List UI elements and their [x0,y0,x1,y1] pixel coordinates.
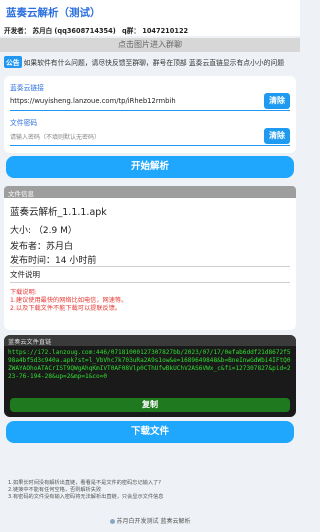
clear-link-button[interactable]: 清除 [264,93,290,109]
download-note: 下载说明: 1.建议使用最快的网络比如电信，网速等。 2.以及下载文件不能下载可… [10,289,127,313]
input-card: 蓝奏云链接 https://wuyisheng.lanzoue.com/tp/i… [4,76,296,153]
link-input-row: https://wuyisheng.lanzoue.com/tp/iRheb12… [10,93,290,111]
tip-line: 2.链接中不能有任何空格，否则解析失败 [8,487,102,493]
file-publisher: 发布者：苏月白 [10,242,74,252]
footer-logo-icon [109,519,115,524]
file-info-card: 文件信息 蓝奏云解析_1.1.1.apk 大小: （2.9 M） 发布者：苏月白… [4,186,296,330]
divider [10,282,290,283]
direct-link-card: 蓝奏云文件直链 https://i72.lanzoug.com:446/0718… [4,335,296,417]
password-input[interactable]: 请输入密码（不填则默认无密码） [10,132,100,141]
download-note-line2: 2.以及下载文件不能下载可以提联反馈。 [10,305,122,312]
divider [10,266,290,267]
direct-link-header: 蓝奏云文件直链 [4,335,296,346]
notice-bar: 公告 如果软件有什么问题，请尽快反馈至群聊，群号在顶部 蓝奏云直链显示有点小小的问… [4,56,296,70]
developer-prefix: 开发者： [4,27,31,35]
download-file-button[interactable]: 下载文件 [6,421,294,443]
developer-qgroup: q群： 1047210122 [122,27,189,35]
notice-tag: 公告 [4,56,22,68]
tip-line: 1.如果长时间没有解析出直链，看看是不是文件的密码忘记输入了? [8,480,161,486]
developer-name: 苏月白 [32,27,53,35]
download-note-title: 下载说明: [10,289,37,296]
link-input[interactable]: https://wuyisheng.lanzoue.com/tp/iRheb12… [10,97,258,105]
copy-button[interactable]: 复制 [10,398,290,412]
file-info-header: 文件信息 [4,186,296,198]
join-group-banner[interactable]: 点击图片进入群聊 [0,38,300,52]
usage-tips: 1.如果长时间没有解析出直链，看看是不是文件的密码忘记输入了? 2.链接中不能有… [8,480,163,501]
developer-info: 开发者： 苏月白 (qq3608714354) q群： 1047210122 [0,22,300,36]
file-size: 大小: （2.9 M） [10,226,77,236]
notice-text: 如果软件有什么问题，请尽快反馈至群聊，群号在顶部 蓝奏云直链显示有点小小的问题 [23,59,285,67]
download-note-line1: 1.建议使用最快的网络比如电信，网速等。 [10,297,128,304]
file-name: 蓝奏云解析_1.1.1.apk [10,207,107,218]
password-label: 文件密码 [10,119,38,127]
clear-password-button[interactable]: 清除 [264,128,290,144]
tip-line: 3.有密码的文件没有输入密码将无法解析出直链，只会显示文件信息 [8,494,164,500]
file-publish-time: 发布时间：14 小时前 [10,256,97,266]
password-input-row: 请输入密码（不填则默认无密码） 清除 [10,128,290,146]
developer-qq: (qq3608714354) [54,27,116,35]
start-parse-button[interactable]: 开始解析 [6,156,294,178]
footer: 苏月白开发测试 蓝奏云解析 [0,516,300,525]
file-description-label: 文件说明 [10,270,40,279]
app-title: 蓝奏云解析（测试） [0,0,300,22]
direct-link-url[interactable]: https://i72.lanzoug.com:446/071810001273… [8,349,292,381]
link-label: 蓝奏云链接 [10,84,44,92]
footer-text: 苏月白开发测试 蓝奏云解析 [116,518,191,525]
